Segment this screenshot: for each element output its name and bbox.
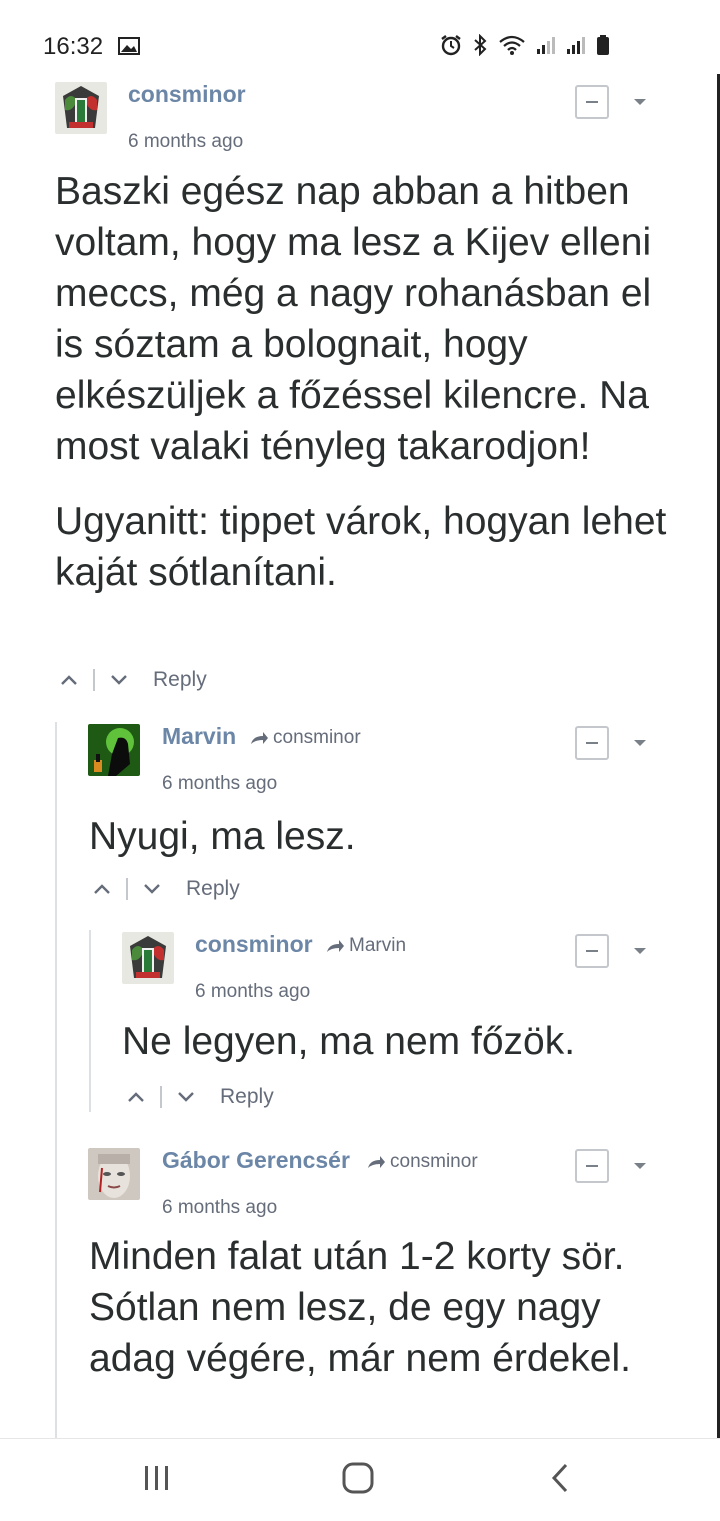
battery-icon [596, 34, 610, 61]
reply-to-name: consminor [273, 727, 361, 748]
timestamp[interactable]: 6 months ago [195, 981, 310, 1003]
signal-icon [566, 35, 586, 60]
comment-paragraph: Ne legyen, ma nem főzök. [122, 1020, 576, 1063]
author-name[interactable]: consminor [128, 81, 246, 108]
menu-caret-icon[interactable] [634, 1163, 646, 1169]
downvote-button[interactable] [107, 668, 131, 692]
alarm-icon [440, 34, 462, 61]
reply-to-name: Marvin [349, 935, 407, 956]
vote-separator [160, 1086, 162, 1108]
collapse-button[interactable] [575, 726, 609, 760]
timestamp[interactable]: 6 months ago [128, 131, 243, 153]
upvote-button[interactable] [57, 668, 81, 692]
comment-paragraph: Minden falat után 1-2 korty sör. Sótlan … [89, 1235, 631, 1380]
vote-separator [93, 669, 95, 691]
wifi-icon [498, 34, 526, 61]
author-name[interactable]: Gábor Gerencsér [162, 1147, 350, 1174]
collapse-button[interactable] [575, 934, 609, 968]
back-icon[interactable] [548, 1461, 572, 1500]
reply-button[interactable]: Reply [220, 1085, 274, 1109]
reply-to[interactable]: Marvin [325, 935, 406, 957]
image-icon [118, 36, 140, 61]
avatar[interactable] [122, 932, 174, 984]
avatar[interactable] [88, 724, 140, 776]
reply-to[interactable]: consminor [366, 1151, 478, 1173]
upvote-button[interactable] [90, 877, 114, 901]
timestamp[interactable]: 6 months ago [162, 1197, 277, 1219]
comment-body: Minden falat után 1-2 korty sör. Sótlan … [89, 1231, 689, 1384]
comment-body: Baszki egész nap abban a hitben voltam, … [55, 166, 685, 598]
collapse-button[interactable] [575, 1149, 609, 1183]
author-name[interactable]: consminor [195, 931, 313, 958]
upvote-button[interactable] [124, 1085, 148, 1109]
comment-body: Ne legyen, ma nem főzök. [122, 1016, 702, 1067]
comment-actions: Reply [57, 668, 207, 692]
bluetooth-icon [472, 33, 488, 61]
reply-to[interactable]: consminor [249, 727, 361, 749]
comment-paragraph: Baszki egész nap abban a hitben voltam, … [55, 170, 652, 468]
comment-actions: Reply [90, 877, 240, 901]
reply-arrow-icon [368, 1156, 385, 1168]
menu-caret-icon[interactable] [634, 99, 646, 105]
navigation-bar [0, 1438, 720, 1521]
status-bar: 16:32 [0, 0, 720, 74]
author-name[interactable]: Marvin [162, 723, 236, 750]
thread-line [55, 722, 57, 1438]
avatar[interactable] [88, 1148, 140, 1200]
comment-body: Nyugi, ma lesz. [89, 811, 689, 862]
collapse-button[interactable] [575, 85, 609, 119]
timestamp[interactable]: 6 months ago [162, 773, 277, 795]
menu-caret-icon[interactable] [634, 948, 646, 954]
reply-to-name: consminor [390, 1151, 478, 1172]
status-time: 16:32 [43, 33, 104, 60]
reply-arrow-icon [251, 732, 268, 744]
signal-icon [536, 35, 556, 60]
downvote-button[interactable] [140, 877, 164, 901]
home-icon[interactable] [341, 1461, 375, 1500]
reply-arrow-icon [327, 940, 344, 952]
downvote-button[interactable] [174, 1085, 198, 1109]
recent-apps-icon[interactable] [143, 1463, 171, 1498]
avatar[interactable] [55, 82, 107, 134]
thread-line [89, 930, 91, 1112]
reply-button[interactable]: Reply [153, 668, 207, 692]
vote-separator [126, 878, 128, 900]
comment-paragraph: Ugyanitt: tippet várok, hogyan lehet kaj… [55, 500, 667, 594]
reply-button[interactable]: Reply [186, 877, 240, 901]
menu-caret-icon[interactable] [634, 740, 646, 746]
comment-actions: Reply [124, 1085, 274, 1109]
comment-paragraph: Nyugi, ma lesz. [89, 815, 356, 858]
